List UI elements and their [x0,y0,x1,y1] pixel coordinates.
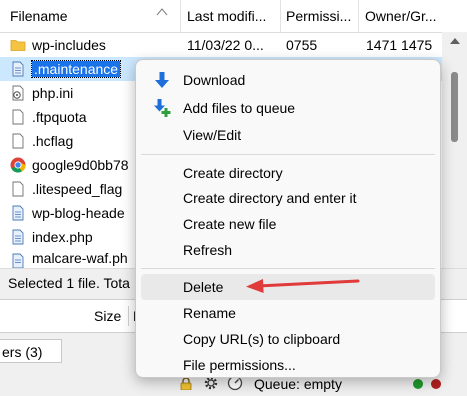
blank-file-icon [12,181,24,197]
queue-column-size[interactable]: Size [94,300,121,332]
chrome-icon [10,157,26,173]
folder-icon [10,40,26,51]
column-header-label: Filename [10,8,68,24]
file-name: php.ini [32,85,74,101]
file-name: .litespeed_flag [32,181,123,197]
column-header-label: Last modifi... [187,8,267,24]
selection-status-text: Selected 1 file. Tota [8,275,130,291]
scroll-thumb[interactable] [451,72,458,142]
menu-item-rename[interactable]: Rename [141,300,435,326]
menu-item-label: Download [183,72,246,88]
download-indicator-icon [431,379,441,389]
file-owner-group: 1471 1475 [366,37,433,53]
file-row-wp-includes[interactable]: wp-includes 11/03/22 0... 0755 1471 1475 [0,33,442,57]
menu-item-create-directory[interactable]: Create directory [141,160,435,186]
column-header-filename[interactable]: Filename [0,0,181,32]
menu-separator [141,154,435,155]
menu-item-file-permissions[interactable]: File permissions... [141,352,435,378]
annotation-arrow-icon [246,279,360,293]
file-name: .hcflag [32,133,74,149]
menu-item-label: Rename [183,305,236,321]
menu-item-create-new-file[interactable]: Create new file [141,211,435,237]
file-name: index.php [32,229,93,245]
add-to-queue-icon [154,99,171,117]
menu-separator [141,268,435,269]
blank-file-icon [12,109,24,125]
file-name: wp-includes [32,37,106,53]
menu-item-label: Delete [183,279,224,295]
column-header-label: Owner/Gr... [365,8,437,24]
file-name: malcare-waf.ph [32,250,128,266]
menu-item-label: Create new file [183,216,277,232]
file-name: .ftpquota [32,109,87,125]
text-file-icon [12,229,24,245]
text-file-icon [12,253,24,268]
lock-icon [180,377,192,390]
file-name: wp-blog-heade [32,205,125,221]
menu-item-label: View/Edit [183,127,242,143]
menu-item-label: Create directory and enter it [183,190,357,206]
file-modified: 11/03/22 0... [187,37,264,53]
column-header-label: Permissi... [286,8,352,24]
download-arrow-icon [155,72,169,88]
tab-transfers[interactable]: ers (3) [0,339,62,363]
upload-indicator-icon [413,379,423,389]
menu-item-label: Refresh [183,242,233,258]
column-header-owner-group[interactable]: Owner/Gr... [359,0,467,32]
text-file-icon [12,205,24,221]
menu-item-label: Create directory [183,165,283,181]
text-file-icon [12,61,24,77]
file-permissions: 0755 [286,37,318,53]
scroll-up-arrow-icon[interactable] [450,38,460,44]
blank-file-icon [12,133,24,149]
menu-item-view-edit[interactable]: View/Edit [141,122,435,148]
menu-item-download[interactable]: Download [141,67,435,93]
file-name: google9d0bb78 [32,157,129,173]
menu-item-label: Copy URL(s) to clipboard [183,331,341,347]
menu-item-refresh[interactable]: Refresh [141,237,435,263]
column-divider [128,306,129,326]
column-header-permissions[interactable]: Permissi... [281,0,359,32]
context-menu: Download Add files to queue View/Edit Cr… [135,59,441,378]
menu-item-copy-urls[interactable]: Copy URL(s) to clipboard [141,326,435,352]
menu-item-label: Add files to queue [183,100,296,116]
column-header-last-modified[interactable]: Last modifi... [181,0,281,32]
tab-label: ers (3) [2,344,43,360]
file-list-scrollbar[interactable] [442,32,467,268]
file-name: .maintenance [30,60,122,78]
sort-ascending-icon [156,8,168,16]
php-file-icon [12,85,24,101]
menu-item-create-directory-and-enter[interactable]: Create directory and enter it [141,185,435,211]
file-list-header: Filename Last modifi... Permissi... Owne… [0,0,467,33]
menu-item-add-files-to-queue[interactable]: Add files to queue [141,95,435,121]
file-name-wrap: .maintenance [30,57,122,81]
menu-item-label: File permissions... [183,357,296,373]
